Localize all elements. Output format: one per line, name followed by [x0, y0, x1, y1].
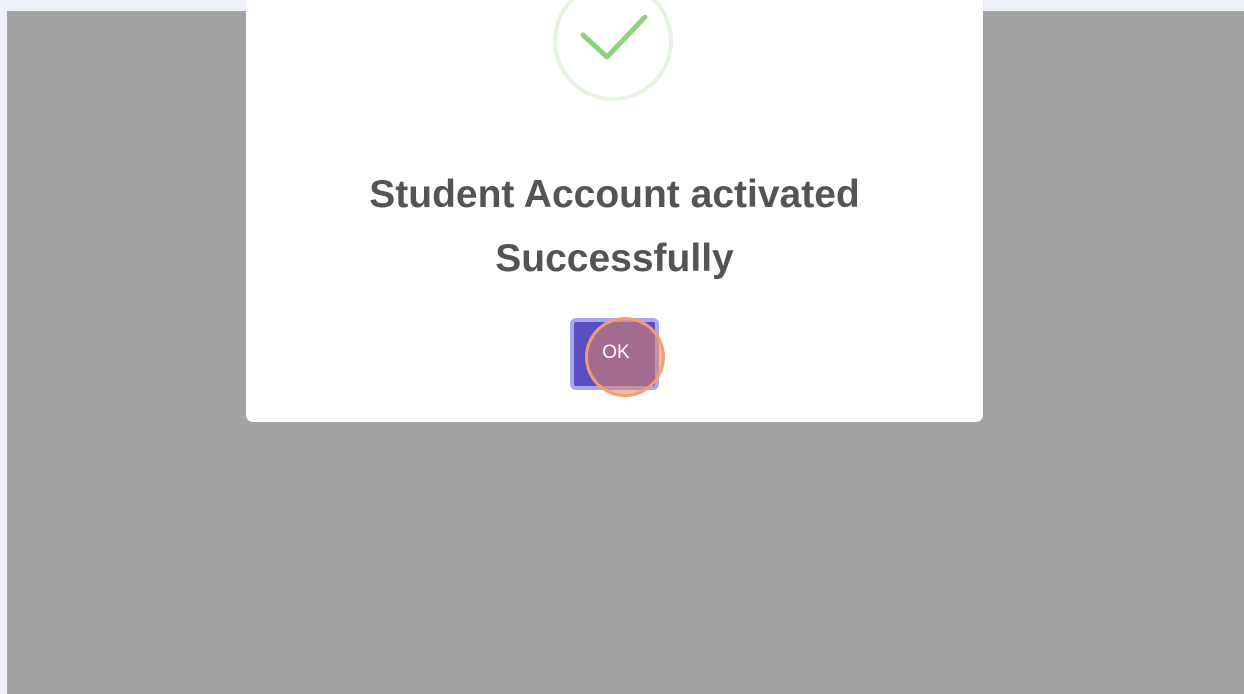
dialog-message-line1: Student Account activated: [369, 173, 860, 216]
dialog-message: Student Account activated Successfully: [246, 163, 983, 291]
dialog-message-line2: Successfully: [495, 237, 734, 280]
screen: Student Account activated Successfully O…: [0, 0, 1244, 694]
ok-button-label: OK: [602, 342, 630, 363]
